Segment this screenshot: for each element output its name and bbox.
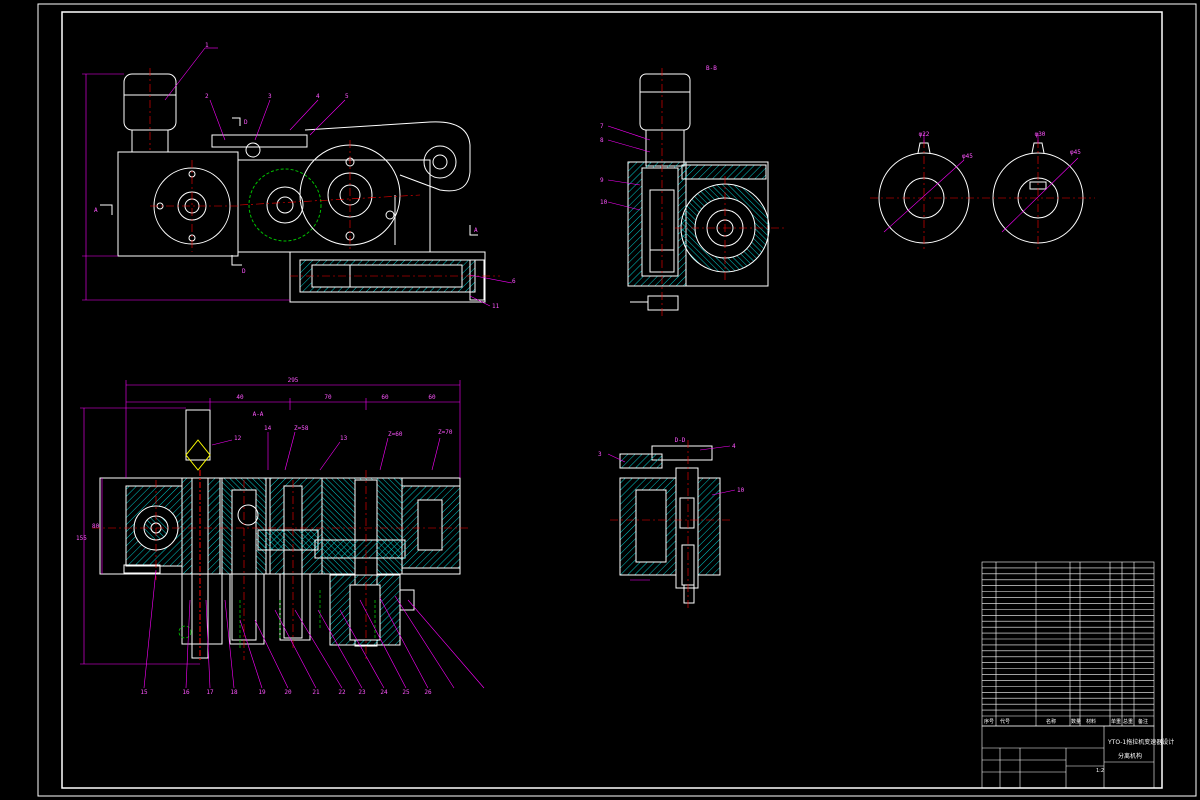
section-mark-d-bottom: D xyxy=(242,268,246,275)
balloon-4: 4 xyxy=(316,93,320,100)
aa-overall-dim: 295 xyxy=(288,377,299,384)
section-mark-a-left: A xyxy=(94,207,98,214)
aa-gear-note-1: Z=58 xyxy=(294,425,309,432)
front-view-centerlines xyxy=(149,68,500,277)
bom-header-unit-weight: 单重 xyxy=(1111,718,1121,725)
aa-balloon-14: 14 xyxy=(264,425,272,432)
aa-top-dim-3: 60 xyxy=(381,394,389,401)
balloon-1: 1 xyxy=(205,42,209,49)
aa-balloon-22: 22 xyxy=(338,689,346,696)
aa-balloon-12: 12 xyxy=(234,435,242,442)
balloon-6: 6 xyxy=(512,278,516,285)
gear-dim-1: φ22 xyxy=(919,131,930,138)
sheet-inner-border xyxy=(61,11,1163,789)
aa-balloon-17: 17 xyxy=(206,689,214,696)
detail-gear-labels: φ22 φ30 φ45 φ45 xyxy=(919,131,1082,160)
gear-dim-2: φ30 xyxy=(1035,131,1046,138)
aa-balloon-24: 24 xyxy=(380,689,388,696)
balloon-11: 11 xyxy=(492,303,500,310)
bom-header-code: 代号 xyxy=(1000,718,1010,725)
balloon-7: 7 xyxy=(600,123,604,130)
balloon-9: 9 xyxy=(600,177,604,184)
dd-balloon-10: 10 xyxy=(737,487,745,494)
aa-balloon-23: 23 xyxy=(358,689,366,696)
dd-balloon-4: 4 xyxy=(732,443,736,450)
aa-balloon-21: 21 xyxy=(312,689,320,696)
side-view xyxy=(627,73,770,311)
aa-balloon-20: 20 xyxy=(284,689,292,696)
aa-gear-note-3: Z=70 xyxy=(438,429,453,436)
aa-title: A-A xyxy=(253,411,264,418)
aa-left-dim-1: 80 xyxy=(92,523,100,530)
balloon-2: 2 xyxy=(205,93,209,100)
aa-balloon-15: 15 xyxy=(140,689,148,696)
balloon-10: 10 xyxy=(600,199,608,206)
bom-header-no: 序号 xyxy=(984,718,994,725)
dd-balloon-3: 3 xyxy=(598,451,602,458)
bom-header-remark: 备注 xyxy=(1138,718,1148,725)
bom-header-name: 名称 xyxy=(1046,718,1056,725)
aa-gear-note-2: Z=60 xyxy=(388,431,403,438)
side-view-title: B-B xyxy=(706,65,717,72)
section-mark-a-right: A xyxy=(474,227,478,234)
drawing-subtitle: 分离机构 xyxy=(1118,752,1142,760)
section-dd-view xyxy=(619,445,721,604)
aa-top-dim-2: 70 xyxy=(324,394,332,401)
aa-balloon-13: 13 xyxy=(340,435,348,442)
front-view xyxy=(117,73,486,303)
bom-header-total-weight: 总重 xyxy=(1123,718,1133,725)
aa-balloon-26: 26 xyxy=(424,689,432,696)
drawing-scale: 1:2 xyxy=(1096,768,1104,774)
aa-balloon-25: 25 xyxy=(402,689,410,696)
sheet-outer-border xyxy=(37,3,1197,797)
bom-header-row: 序号 代号 名称 数量 材料 单重 总重 备注 xyxy=(984,718,1148,725)
gear-dim-4: φ45 xyxy=(1070,149,1081,156)
balloon-5: 5 xyxy=(345,93,349,100)
section-mark-d-top: D xyxy=(244,119,248,126)
title-block: 序号 代号 名称 数量 材料 单重 总重 备注 YTO-1拖拉机变速器设计 分离… xyxy=(981,561,1174,789)
aa-left-dim-2: 155 xyxy=(76,535,87,542)
detail-gear-dims xyxy=(883,133,1079,233)
balloon-8: 8 xyxy=(600,137,604,144)
aa-balloon-19: 19 xyxy=(258,689,266,696)
aa-balloon-18: 18 xyxy=(230,689,238,696)
cad-drawing-canvas: 1 2 3 4 5 6 11 A A D D B-B 7 8 9 10 φ22 … xyxy=(37,3,1197,797)
balloon-3: 3 xyxy=(268,93,272,100)
gear-dim-3: φ45 xyxy=(962,153,973,160)
bom-header-qty: 数量 xyxy=(1071,718,1081,725)
bom-header-material: 材料 xyxy=(1086,718,1096,725)
dd-title: D-D xyxy=(675,437,686,444)
aa-balloon-16: 16 xyxy=(182,689,190,696)
aa-top-dim-4: 60 xyxy=(428,394,436,401)
drawing-title: YTO-1拖拉机变速器设计 xyxy=(1107,738,1174,746)
aa-top-dim-1: 40 xyxy=(236,394,244,401)
